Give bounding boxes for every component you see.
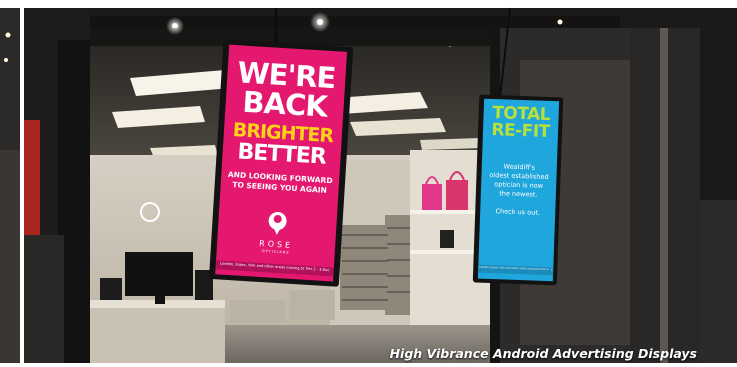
blue-display: TOTAL RE-FIT Wealdiff's oldest establish… — [478, 99, 559, 282]
pink-headline-line-2: BACK — [241, 84, 328, 124]
pink-ticker-text: London, Essex, York and other areas movi… — [219, 261, 330, 273]
image-caption: High Vibrance Android Advertising Displa… — [389, 346, 697, 361]
blue-headline-line-2: RE-FIT — [491, 120, 551, 143]
advertising-display-photo: WE'RE BACK BRIGHTER BETTER AND LOOKING F… — [0, 0, 737, 367]
pink-display: WE'RE BACK BRIGHTER BETTER AND LOOKING F… — [215, 45, 347, 282]
blue-body-line-4: the newest. — [499, 189, 538, 199]
blue-cta-text: Check us out. — [495, 207, 541, 217]
blue-ticker-text: London, Essex, York and other areas movi… — [479, 265, 553, 272]
pink-subhead-text: BETTER — [236, 139, 327, 170]
shop-front-scene — [0, 0, 737, 367]
